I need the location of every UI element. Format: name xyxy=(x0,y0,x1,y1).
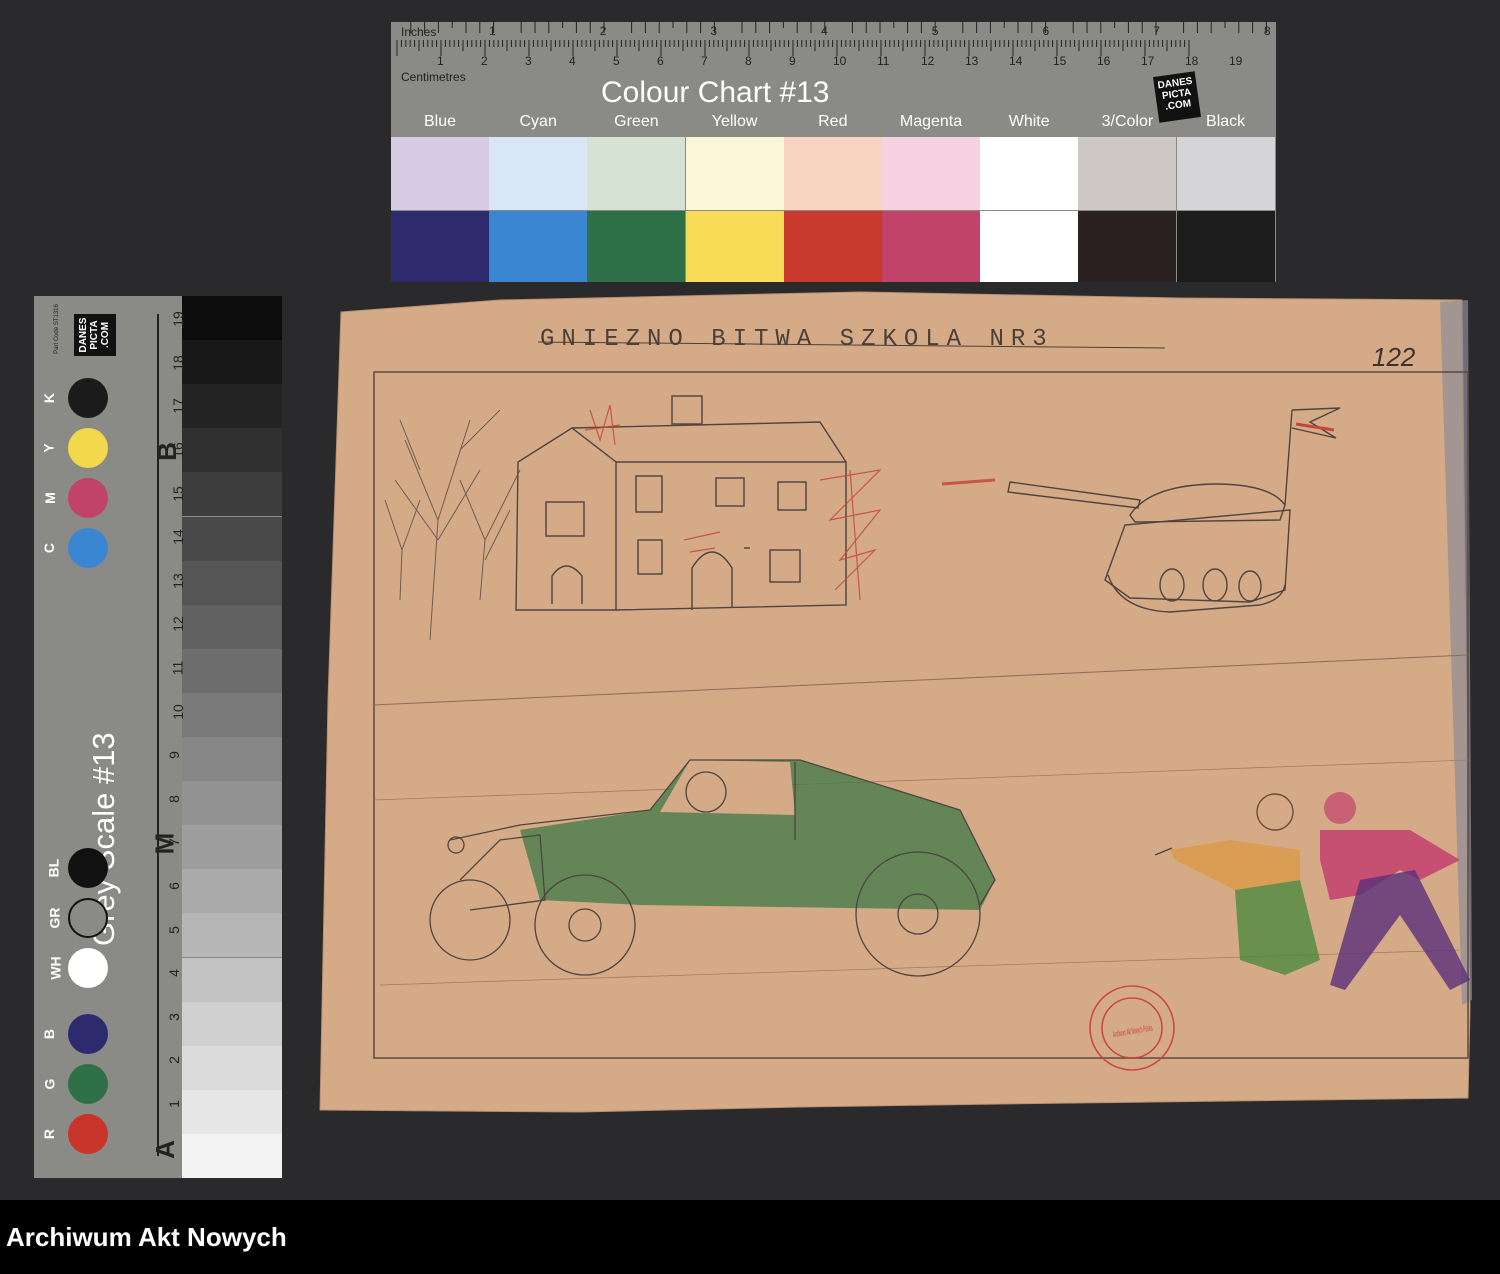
footer-bar: Archiwum Akt Nowych xyxy=(0,1200,1500,1274)
page-number: 122 xyxy=(1372,342,1416,372)
footer-text: Archiwum Akt Nowych xyxy=(6,1222,287,1252)
paper-sheet xyxy=(319,291,1471,1113)
drawing-paper: GNIEZNO BITWA SZKOLA NR3 122 xyxy=(319,291,1472,1113)
scanned-archive-image: Inches Centimetres 12345678 1 2 3 4 5 6 7 8 9 10 1… xyxy=(0,0,1500,1200)
drawing-title: GNIEZNO BITWA SZKOLA NR3 xyxy=(540,326,1054,353)
